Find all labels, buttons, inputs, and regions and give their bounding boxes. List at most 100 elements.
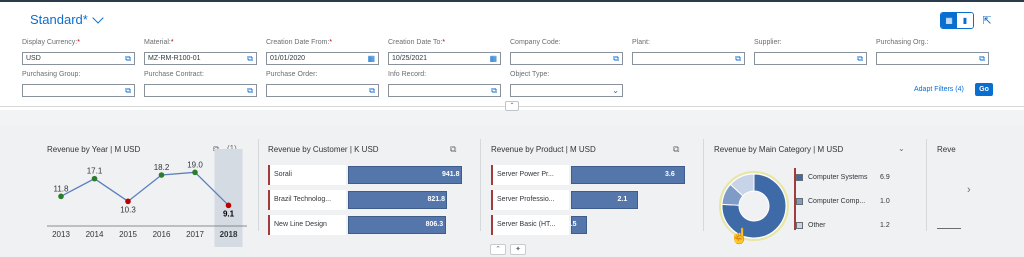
line-chart[interactable]: 11.8 2013 17.1 2014 10.3 2015 18.2 2016 19.0 2017… [47, 149, 247, 249]
bar-row[interactable]: Brazil Technolog... 821.8 [268, 190, 468, 210]
field-label-text: Material: [144, 39, 171, 46]
data-point [91, 175, 98, 182]
data-label: 17.1 [87, 167, 103, 176]
filter-input[interactable]: ⧉ [876, 52, 989, 65]
series-line [60, 171, 229, 206]
value-help-icon[interactable]: ⧉ [247, 54, 253, 64]
value-help-icon[interactable]: ⧉ [613, 54, 619, 64]
bar-row[interactable]: Sorali 941.8 [268, 165, 468, 185]
bar-category-label: Server Basic (HT... [491, 215, 569, 235]
bar-row[interactable]: Server Professio... 2.1 [491, 190, 691, 210]
filter-input[interactable]: ⧉ [22, 84, 135, 97]
filter-input[interactable]: ⌄ [510, 84, 623, 97]
card-revenue-by-category[interactable]: Revenue by Main Category | M USD ⌄ Compu… [714, 125, 914, 249]
adapt-filters-link[interactable]: Adapt Filters (4) [914, 86, 964, 93]
legend-swatch [796, 221, 803, 229]
view-switch[interactable]: ▦ ▮ [940, 12, 974, 29]
card-revenue-by-product[interactable]: Revenue by Product | M USD ⧉ Server Powe… [491, 125, 691, 249]
data-label: 18.2 [154, 163, 170, 172]
filter-input[interactable]: ⧉ [754, 52, 867, 65]
divider [926, 139, 927, 231]
field-label: Purchasing Group: [22, 71, 135, 81]
bar-row[interactable]: New Line Design 806.3 [268, 215, 468, 235]
filter-input[interactable]: ⧉ [632, 52, 745, 65]
value-help-icon[interactable]: ⧉ [125, 54, 131, 64]
filter-input[interactable]: ⧉ [510, 52, 623, 65]
data-label: 11.8 [54, 184, 70, 193]
go-button[interactable]: Go [975, 83, 993, 96]
value-help-icon[interactable]: ⧉ [125, 86, 131, 96]
x-tick-label: 2017 [186, 230, 204, 239]
field-label-text: Object Type: [510, 71, 550, 78]
field-label-text: Purchase Contract: [144, 71, 204, 78]
dropdown-icon[interactable]: ⌄ [612, 86, 619, 95]
bar-value-label: 0.5 [566, 221, 577, 228]
field-label-text: Plant: [632, 39, 650, 46]
share-icon[interactable]: ⇱ [980, 14, 994, 28]
field-value: 01/01/2020 [270, 55, 306, 62]
copy-icon[interactable]: ⧉ [450, 144, 456, 155]
filter-field: Display Currency:* USD ⧉ [22, 39, 135, 65]
legend-label: Computer Comp... [808, 197, 866, 205]
filter-field: Company Code: ⧉ [510, 39, 623, 65]
chevron-down-icon[interactable]: ⌄ [898, 144, 905, 153]
field-value: 10/25/2021 [392, 55, 428, 62]
field-label: Company Code: [510, 39, 623, 49]
filter-input[interactable]: 10/25/2021 ▦ [388, 52, 501, 65]
filter-field: Purchase Order: ⧉ [266, 71, 379, 97]
calendar-icon[interactable]: ▦ [367, 54, 375, 63]
field-label: Supplier: [754, 39, 867, 49]
filter-input[interactable]: MZ-RM-R100-01 ⧉ [144, 52, 257, 65]
field-label: Creation Date From:* [266, 39, 379, 49]
donut-chart[interactable] [718, 170, 790, 242]
field-value: USD [26, 55, 41, 62]
collapse-icon[interactable]: ⌃ [490, 244, 506, 255]
legend-item[interactable]: Computer Systems 6.9 [796, 168, 890, 186]
bar-value-label: 2.1 [617, 196, 628, 203]
value-help-icon[interactable]: ⧉ [857, 54, 863, 64]
copy-icon[interactable]: ⧉ [673, 144, 679, 155]
bar-value-label: 821.8 [427, 196, 445, 203]
value-help-icon[interactable]: ⧉ [247, 86, 253, 96]
legend-item[interactable]: Computer Comp... 1.0 [796, 192, 890, 210]
filter-input[interactable]: USD ⧉ [22, 52, 135, 65]
pin-icon[interactable]: ✦ [510, 244, 526, 255]
value-help-icon[interactable]: ⧉ [735, 54, 741, 64]
required-marker: * [329, 39, 333, 46]
bar-category-label: New Line Design [268, 215, 346, 235]
bar-row[interactable]: Server Power Pr... 3.6 [491, 165, 691, 185]
legend-label: Other [808, 221, 826, 229]
value-help-icon[interactable]: ⧉ [979, 54, 985, 64]
collapse-header-icon[interactable]: ⌃ [505, 101, 519, 111]
card-revenue-by-year[interactable]: Revenue by Year | M USD ⧉ (1) 11.8201317… [47, 125, 247, 249]
calendar-icon[interactable]: ▦ [489, 54, 497, 63]
card-revenue-by-customer[interactable]: Revenue by Customer | K USD ⧉ Sorali 941.… [268, 125, 468, 249]
chart-table-view-icon[interactable]: ▦ [941, 13, 957, 28]
legend-item[interactable]: Other 1.2 [796, 216, 890, 234]
chart-view-icon[interactable]: ▮ [957, 13, 973, 28]
bar-category-label: Sorali [268, 165, 346, 185]
field-label-text: Supplier: [754, 39, 782, 46]
card-partial[interactable]: Reve [937, 125, 967, 249]
field-label-text: Company Code: [510, 39, 561, 46]
field-label-text: Purchasing Group: [22, 71, 81, 78]
value-help-icon[interactable]: ⧉ [491, 86, 497, 96]
data-point [125, 198, 131, 205]
filter-input[interactable]: 01/01/2020 ▦ [266, 52, 379, 65]
value-help-icon[interactable]: ⧉ [369, 86, 375, 96]
legend-swatch [796, 173, 803, 181]
variant-selector[interactable]: Standard* [30, 11, 104, 27]
filter-input[interactable]: ⧉ [266, 84, 379, 97]
legend-value: 1.0 [880, 197, 890, 205]
chevron-right-icon[interactable]: › [967, 184, 971, 196]
filter-input[interactable]: ⧉ [144, 84, 257, 97]
field-label: Info Record: [388, 71, 501, 81]
bar-row[interactable]: Server Basic (HT... 0.5 [491, 215, 691, 235]
bar[interactable] [571, 191, 638, 209]
bar-category-label: Server Professio... [491, 190, 569, 210]
filter-input[interactable]: ⧉ [388, 84, 501, 97]
variant-name: Standard* [30, 12, 88, 27]
legend-value: 6.9 [880, 173, 890, 181]
field-label-text: Creation Date From: [266, 39, 330, 46]
field-label-text: Info Record: [388, 71, 427, 78]
